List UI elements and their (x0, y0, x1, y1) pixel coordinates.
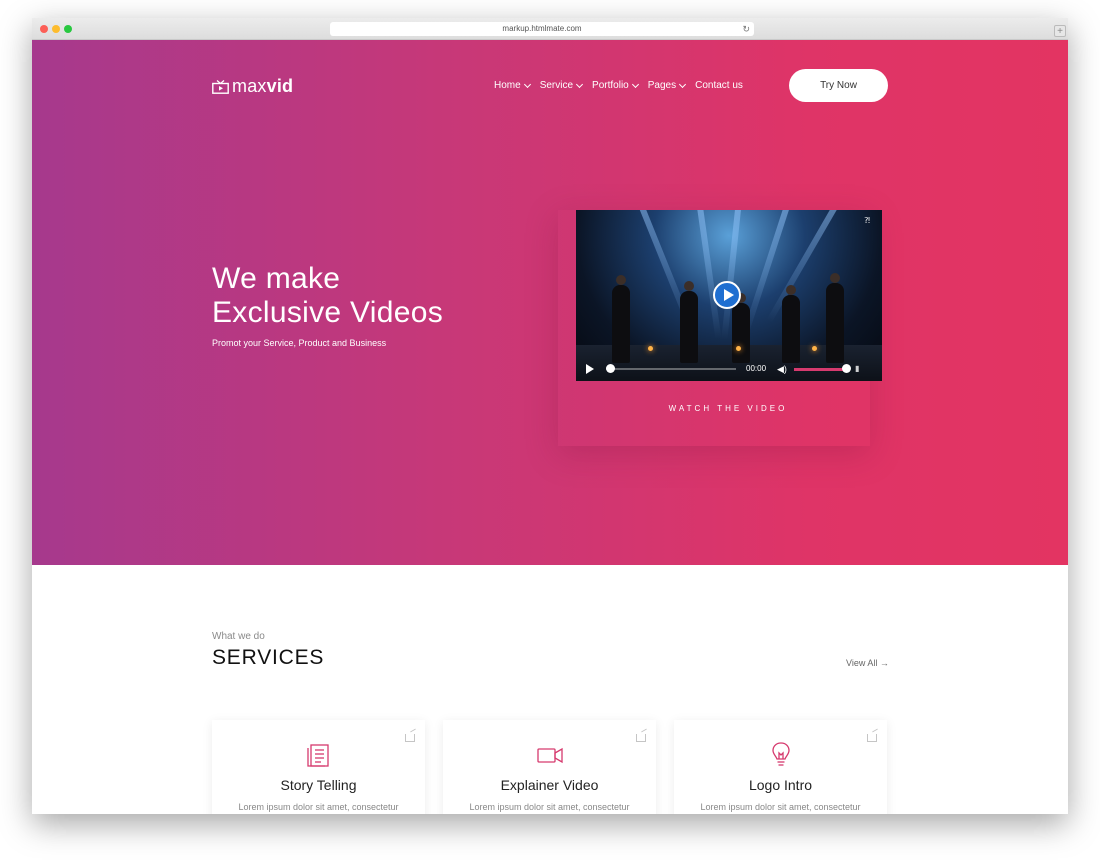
service-card-story-telling[interactable]: Story Telling Lorem ipsum dolor sit amet… (212, 720, 425, 814)
new-tab-button[interactable]: + (1054, 25, 1066, 37)
card-title: Logo Intro (748, 777, 813, 793)
performer (826, 273, 844, 363)
nav-item-label: Pages (647, 80, 677, 91)
logo-text-bold: vid (266, 76, 294, 96)
nav-item-pages[interactable]: Pages (647, 80, 687, 91)
stage-light-beam (696, 210, 722, 340)
control-play-icon[interactable] (586, 364, 594, 374)
share-icon[interactable] (405, 734, 415, 742)
performer (782, 285, 800, 363)
service-card-explainer-video[interactable]: Explainer Video Lorem ipsum dolor sit am… (443, 720, 656, 814)
nav-item-label: Service (539, 80, 574, 91)
card-title: Story Telling (280, 777, 357, 793)
performer (612, 275, 630, 363)
close-window-button[interactable] (40, 25, 48, 33)
volume-knob[interactable] (842, 364, 851, 373)
chevron-down-icon (523, 80, 531, 88)
nav-item-label: Contact us (695, 80, 743, 91)
share-icon[interactable] (867, 734, 877, 742)
reload-icon[interactable]: ↻ (742, 22, 750, 36)
card-text: Lorem ipsum dolor sit amet, consectetur (238, 802, 399, 812)
card-text: Lorem ipsum dolor sit amet, consectetur (700, 802, 861, 812)
address-bar[interactable]: markup.htmlmate.com ↻ (330, 22, 754, 36)
minimize-window-button[interactable] (52, 25, 60, 33)
nav-item-service[interactable]: Service (539, 80, 584, 91)
corner-logo-icon: ⁈ (864, 216, 870, 225)
video-player[interactable]: ⁈ 00:00 ◀) ▮ (576, 210, 882, 381)
logo-text-light: max (232, 76, 267, 96)
nav-item-label: Portfolio (592, 80, 629, 91)
video-camera-icon (537, 742, 563, 768)
chevron-down-icon (631, 80, 639, 88)
main-nav: Home Service Portfolio Pages Contact us (494, 80, 743, 91)
progress-bar[interactable] (606, 368, 736, 370)
share-icon[interactable] (636, 734, 646, 742)
stage-lamp (812, 346, 817, 351)
logo-text: maxvid (232, 76, 293, 97)
services-title: SERVICES (212, 646, 325, 669)
nav-item-home[interactable]: Home (494, 80, 531, 91)
card-title: Explainer Video (500, 777, 599, 793)
volume-slider[interactable] (794, 368, 846, 371)
volume-icon[interactable]: ◀) (777, 364, 787, 374)
view-all-link[interactable]: View All → (846, 658, 889, 668)
hero-title: We make Exclusive Videos (212, 262, 443, 330)
video-time: 00:00 (746, 364, 767, 373)
performer (680, 281, 698, 363)
site-logo[interactable]: maxvid (212, 76, 293, 97)
tv-icon (212, 79, 229, 94)
hero-subtitle: Promot your Service, Product and Busines… (212, 338, 387, 348)
video-panel: ⁈ 00:00 ◀) ▮ WATCH THE VIDEO (558, 210, 882, 446)
chevron-down-icon (576, 80, 584, 88)
chevron-down-icon (679, 80, 687, 88)
zoom-window-button[interactable] (64, 25, 72, 33)
nav-item-contact[interactable]: Contact us (695, 80, 743, 91)
watch-video-label[interactable]: WATCH THE VIDEO (558, 404, 898, 413)
service-card-logo-intro[interactable]: Logo Intro Lorem ipsum dolor sit amet, c… (674, 720, 887, 814)
browser-toolbar: markup.htmlmate.com ↻ + (32, 18, 1068, 40)
nav-item-portfolio[interactable]: Portfolio (592, 80, 639, 91)
performer (732, 293, 750, 363)
browser-window: markup.htmlmate.com ↻ + maxvid Home Serv… (32, 18, 1068, 814)
card-text: Lorem ipsum dolor sit amet, consectetur (469, 802, 630, 812)
progress-knob[interactable] (606, 364, 615, 373)
address-bar-url: markup.htmlmate.com (502, 24, 582, 33)
try-now-button[interactable]: Try Now (789, 69, 888, 102)
stage-lamp (736, 346, 741, 351)
youtube-logo-icon[interactable]: ▮ (855, 364, 859, 374)
video-controls: 00:00 ◀) ▮ (576, 363, 882, 375)
document-icon (306, 742, 332, 768)
hero-title-line2: Exclusive Videos (212, 296, 444, 329)
play-icon[interactable] (713, 281, 741, 309)
lightbulb-icon (768, 742, 794, 768)
services-kicker: What we do (212, 631, 265, 642)
arrow-right-icon: → (879, 658, 889, 668)
stage-lamp (648, 346, 653, 351)
nav-item-label: Home (494, 80, 521, 91)
hero-section: maxvid Home Service Portfolio Pages Cont… (32, 40, 1068, 565)
hero-title-line1: We make (212, 262, 341, 295)
view-all-label: View All (846, 658, 878, 668)
